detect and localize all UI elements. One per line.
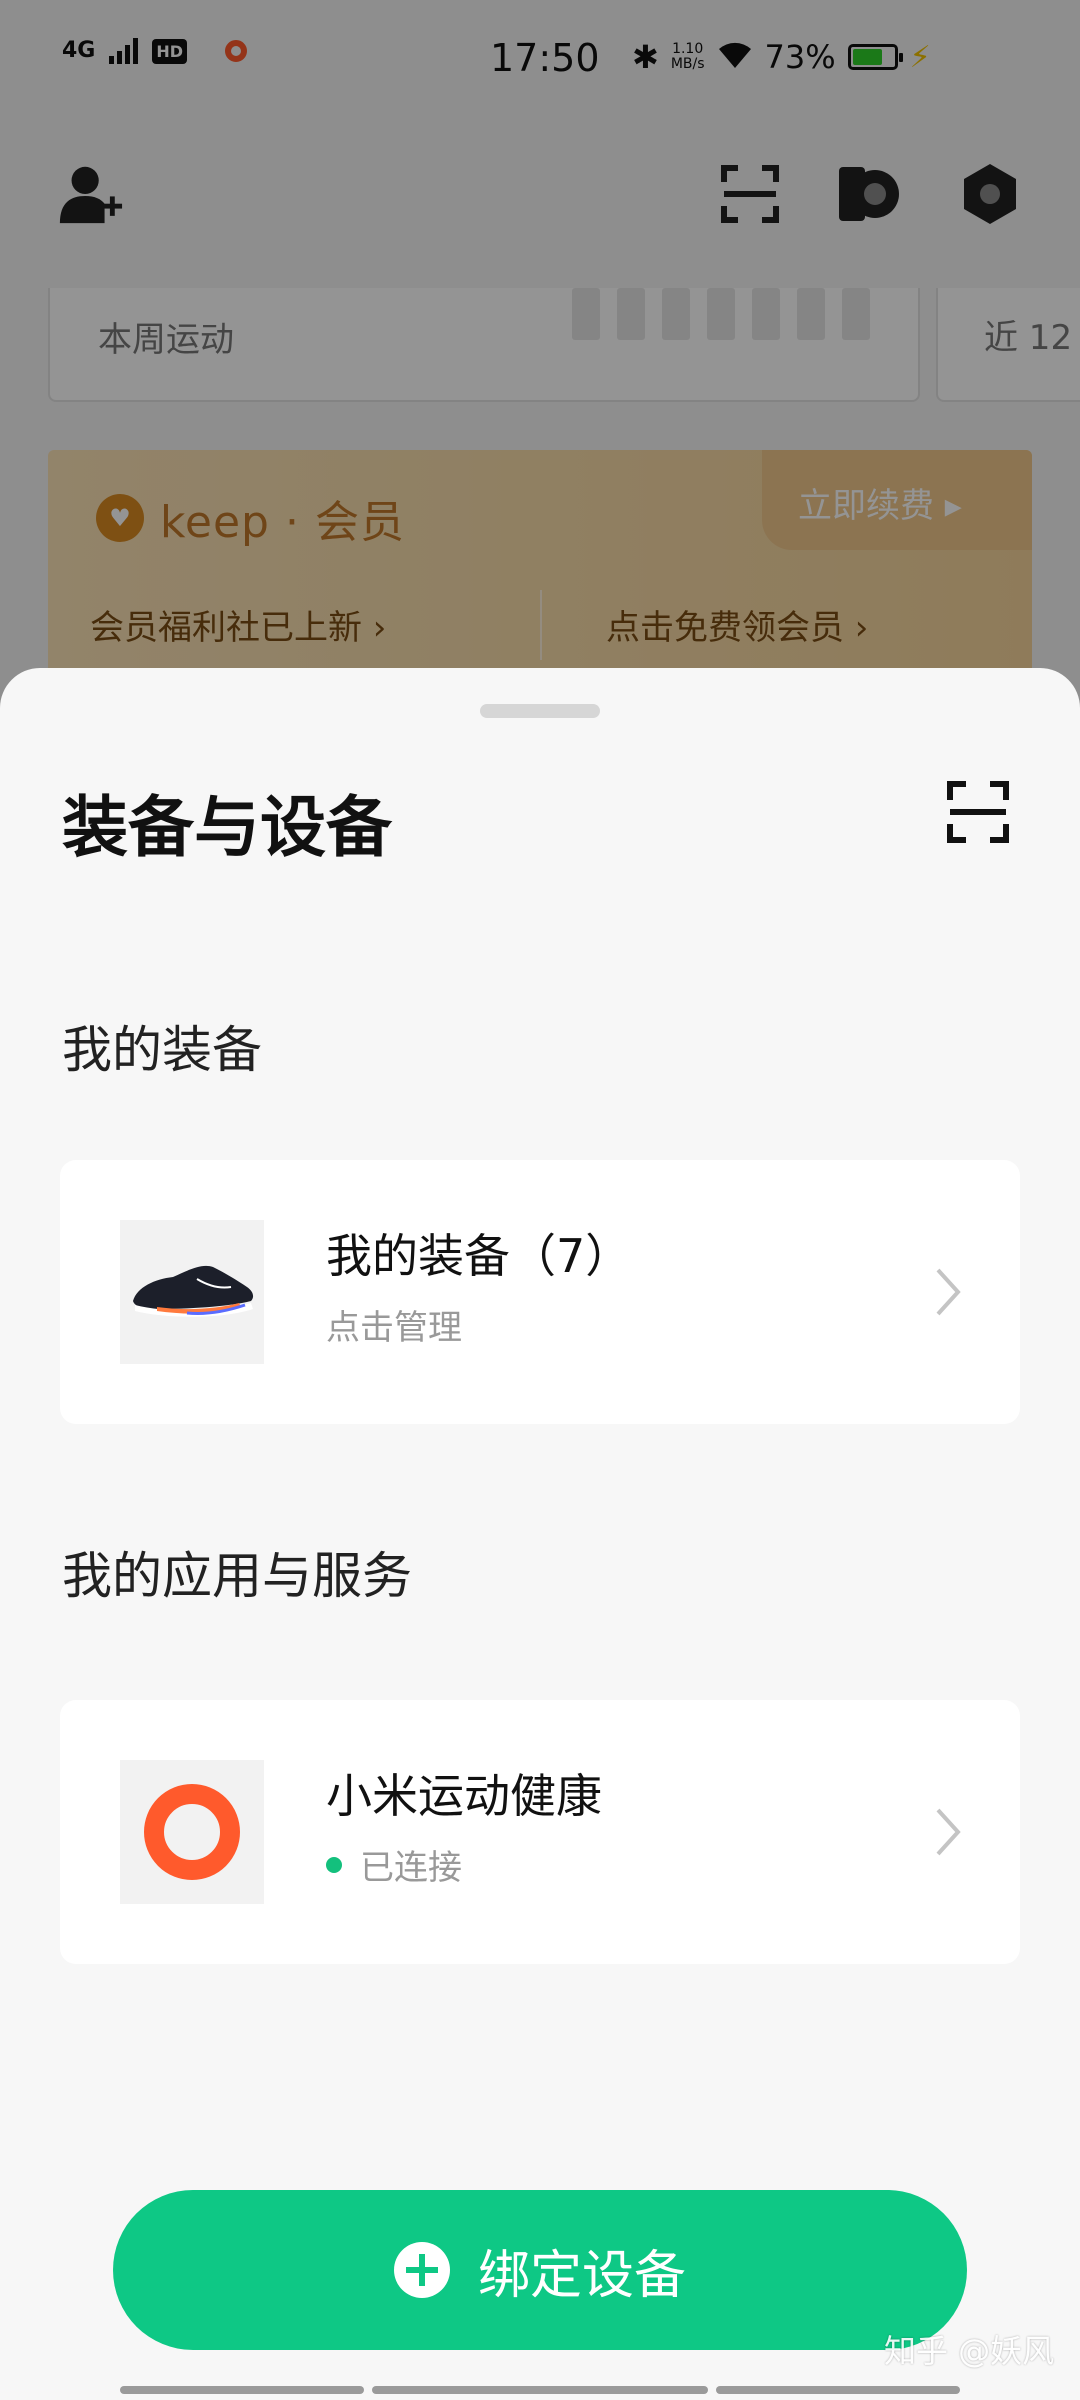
zhihu-watermark: 知乎 @妖风 — [884, 2332, 1055, 2370]
connection-status-label: 已连接 — [360, 1848, 462, 1888]
devices-bottom-sheet: 装备与设备 我的装备 我的装备（7） 点击管理 我的应用与服务 小米运动健康 已… — [0, 668, 1080, 2400]
gesture-bar-center[interactable] — [372, 2386, 708, 2394]
scan-icon[interactable] — [946, 780, 1010, 844]
bind-device-button[interactable]: 绑定设备 — [113, 2190, 967, 2350]
bind-device-label: 绑定设备 — [477, 2245, 686, 2306]
chevron-right-icon — [934, 1806, 962, 1858]
my-gear-card[interactable]: 我的装备（7） 点击管理 — [60, 1160, 1020, 1424]
apps-section-title: 我的应用与服务 — [62, 1547, 412, 1605]
my-gear-title: 我的装备（7） — [326, 1229, 632, 1283]
my-gear-subtitle: 点击管理 — [326, 1308, 462, 1348]
connected-dot-icon — [326, 1856, 342, 1873]
gesture-bar-left — [120, 2386, 364, 2394]
sheet-drag-handle[interactable] — [480, 704, 600, 718]
sheet-title: 装备与设备 — [62, 789, 392, 866]
chevron-right-icon — [934, 1266, 962, 1318]
gesture-bar-right — [716, 2386, 960, 2394]
plus-icon — [393, 2242, 450, 2298]
xiaomi-health-card[interactable]: 小米运动健康 已连接 — [60, 1700, 1020, 1964]
gear-section-title: 我的装备 — [62, 1021, 262, 1079]
connection-status: 已连接 — [326, 1840, 462, 1889]
xiaomi-health-logo — [120, 1760, 264, 1904]
xiaomi-health-title: 小米运动健康 — [326, 1769, 602, 1823]
running-shoe-thumbnail — [120, 1220, 264, 1364]
